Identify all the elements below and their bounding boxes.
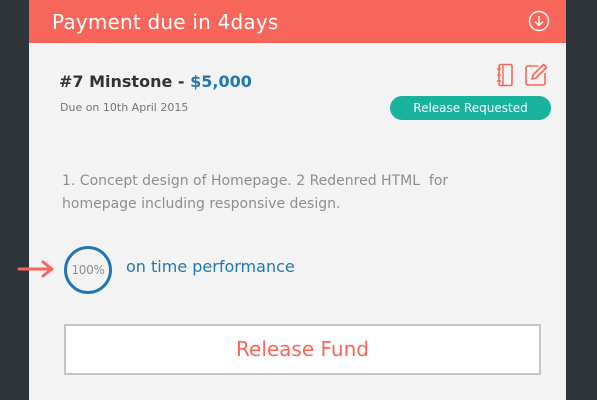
release-fund-button[interactable]: Release Fund <box>64 324 541 375</box>
due-date: Due on 10th April 2015 <box>60 101 189 114</box>
milestone-amount: $5,000 <box>190 72 252 91</box>
edit-icon[interactable] <box>524 62 549 87</box>
payment-header: Payment due in 4days <box>29 0 566 43</box>
status-badge: Release Requested <box>390 96 551 120</box>
milestone-description: 1. Concept design of Homepage. 2 Redenre… <box>62 173 449 212</box>
pointer-arrow-icon <box>17 260 54 278</box>
performance-ring: 100% <box>64 246 112 294</box>
milestone-name: #7 Minstone <box>59 72 173 91</box>
performance-value: 100% <box>71 263 105 277</box>
notebook-icon[interactable] <box>495 63 515 87</box>
performance-label: on time performance <box>126 257 295 276</box>
payment-card: Payment due in 4days #7 Minstone - $5,00… <box>29 0 566 400</box>
milestone-separator: - <box>172 72 191 91</box>
download-circle-icon[interactable] <box>528 10 550 32</box>
payment-due-title: Payment due in 4days <box>52 10 279 34</box>
milestone-heading: #7 Minstone - $5,000 <box>59 71 252 93</box>
